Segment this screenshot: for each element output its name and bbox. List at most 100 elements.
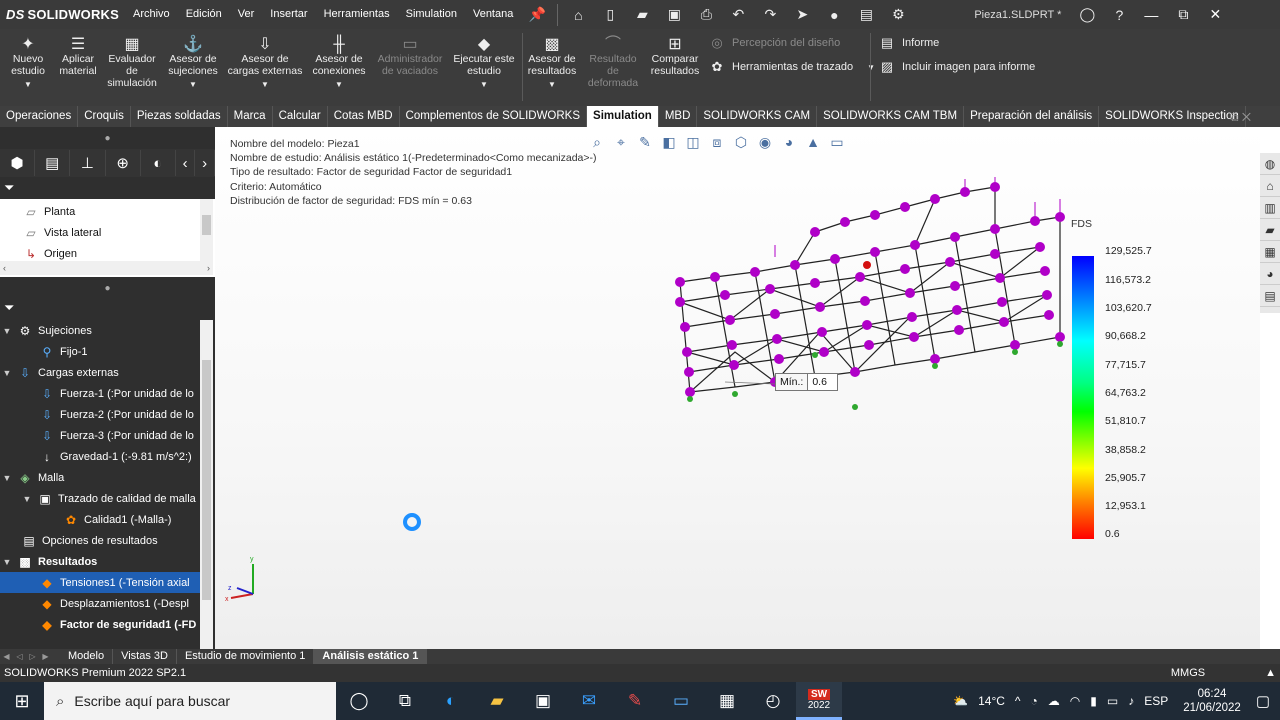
minimize-button[interactable]: —	[1135, 7, 1167, 23]
dynamic-annotation-icon[interactable]: ◫	[682, 131, 704, 153]
expand-icon[interactable]: ▼	[0, 557, 14, 567]
scrollbar-thumb[interactable]	[202, 360, 211, 600]
apply-scene-icon[interactable]: ▲	[802, 131, 824, 153]
aplicar-material-button[interactable]: ☰ Aplicar material	[54, 29, 102, 106]
tree-item-sujeciones[interactable]: ▼ ⚙ Sujeciones	[0, 320, 200, 341]
panel-splitter[interactable]: ●	[0, 277, 215, 299]
configuration-icon[interactable]: ⊥	[70, 150, 106, 176]
restore-button[interactable]: ⧉	[1167, 6, 1199, 23]
view-settings-icon[interactable]: ▭	[826, 131, 848, 153]
custom-properties-icon[interactable]: ▤	[1260, 285, 1280, 307]
taskbar-clock[interactable]: 06:24 21/06/2022	[1173, 687, 1251, 715]
undo-icon[interactable]: ↶	[727, 4, 749, 26]
new-document-icon[interactable]: ▯	[599, 4, 621, 26]
herramientas-trazado-button[interactable]: ✿ Herramientas de trazado ▼	[708, 59, 875, 75]
calculator-icon[interactable]: ▦	[704, 682, 750, 720]
display-manager-icon[interactable]: ◐	[141, 150, 176, 176]
weather-icon[interactable]: ⛅	[948, 694, 973, 708]
notification-icon[interactable]: ▢	[1251, 692, 1280, 710]
paint-app-icon[interactable]: ✎	[612, 682, 658, 720]
windows-start-icon[interactable]: ⊞	[0, 691, 44, 712]
chevron-left-icon[interactable]: ‹	[176, 150, 196, 176]
tree-item-trazado-calidad[interactable]: ▼ ▣ Trazado de calidad de malla	[0, 488, 200, 509]
open-folder-icon[interactable]: ▰	[631, 4, 653, 26]
scrollbar-thumb[interactable]	[202, 215, 211, 235]
menu-ventana[interactable]: Ventana	[465, 0, 521, 29]
tree-item-fijo[interactable]: ⚲ Fijo-1	[0, 341, 200, 362]
menu-ver[interactable]: Ver	[230, 0, 263, 29]
feature-tree-icon[interactable]: ⬢	[0, 150, 36, 176]
menu-insertar[interactable]: Insertar	[262, 0, 315, 29]
expand-icon[interactable]: ▼	[0, 326, 14, 336]
chevron-right-icon[interactable]: ›	[195, 150, 215, 176]
resultado-deformada-button[interactable]: ⌒ Resultado de deformada	[584, 29, 642, 106]
next-tab-icon[interactable]: ▷	[26, 652, 39, 661]
tree-item-factor-seguridad[interactable]: ◆ Factor de seguridad1 (-FD	[0, 614, 200, 635]
tree-item-cargas-externas[interactable]: ▼ ⇩ Cargas externas	[0, 362, 200, 383]
simulation-tree-scrollbar[interactable]	[200, 320, 213, 649]
horizontal-scrollbar[interactable]: ‹ ›	[0, 261, 213, 275]
file-explorer-icon[interactable]: ▰	[1260, 219, 1280, 241]
asesor-conexiones-button[interactable]: ╫ Asesor de conexiones ▼	[308, 29, 370, 106]
panel-grip[interactable]: ●	[0, 127, 215, 149]
file-properties-icon[interactable]: ▤	[855, 4, 877, 26]
task-view-icon[interactable]: ⧉	[382, 682, 428, 720]
tab-complementos[interactable]: Complementos de SOLIDWORKS	[400, 106, 588, 127]
input-language[interactable]: ESP	[1139, 694, 1173, 708]
tab-operaciones[interactable]: Operaciones	[0, 106, 79, 127]
tree-item-resultados[interactable]: ▼ ▩ Resultados	[0, 551, 200, 572]
truss-model-view[interactable]	[665, 177, 1085, 427]
menu-edicion[interactable]: Edición	[178, 0, 230, 29]
expand-icon[interactable]: ▲	[1265, 667, 1276, 679]
weather-temperature[interactable]: 14°C	[973, 694, 1010, 708]
percepcion-diseno-button[interactable]: ◎ Percepción del diseño	[708, 35, 840, 51]
mail-icon[interactable]: ✉	[566, 682, 612, 720]
user-icon[interactable]: ◯	[1076, 4, 1098, 26]
hide-show-icon[interactable]: ◉	[754, 131, 776, 153]
property-manager-icon[interactable]: ▤	[35, 150, 71, 176]
pin-icon[interactable]: 📌	[526, 4, 548, 26]
zoom-to-fit-icon[interactable]: ⌕	[586, 131, 608, 153]
home-icon[interactable]: ⌂	[1260, 175, 1280, 197]
tree-item-tensiones[interactable]: ◆ Tensiones1 (-Tensión axial	[0, 572, 200, 593]
tree-item-vista-lateral[interactable]: ▱ Vista lateral	[22, 222, 198, 243]
informe-button[interactable]: ▤ Informe	[878, 35, 939, 51]
onedrive-icon[interactable]: ☁	[1043, 694, 1065, 708]
tab-vistas-3d[interactable]: Vistas 3D	[113, 649, 177, 664]
min-value-tag[interactable]: Mín.: 0.6	[775, 373, 839, 391]
menu-archivo[interactable]: Archivo	[125, 0, 178, 29]
file-explorer-icon[interactable]: ▰	[474, 682, 520, 720]
tab-croquis[interactable]: Croquis	[78, 106, 131, 127]
tab-piezas-soldadas[interactable]: Piezas soldadas	[131, 106, 228, 127]
chevron-down-icon[interactable]: ▼	[524, 79, 580, 91]
expand-icon[interactable]: ▼	[0, 473, 14, 483]
gear-icon[interactable]: ⚙	[887, 4, 909, 26]
tab-marca[interactable]: Marca	[228, 106, 273, 127]
select-pointer-icon[interactable]: ➤	[791, 4, 813, 26]
chevron-down-icon[interactable]: ▼	[867, 63, 875, 72]
tab-cotas-mbd[interactable]: Cotas MBD	[328, 106, 400, 127]
store-icon[interactable]: ▣	[520, 682, 566, 720]
tab-solidworks-cam-tbm[interactable]: SOLIDWORKS CAM TBM	[817, 106, 965, 127]
help-icon[interactable]: ?	[1108, 4, 1130, 26]
chevron-right-icon[interactable]: ›	[207, 263, 210, 273]
chevron-down-icon[interactable]: ▼	[164, 79, 222, 91]
tab-preparacion-analisis[interactable]: Preparación del análisis	[964, 106, 1100, 127]
display-style-icon[interactable]: ⬡	[730, 131, 752, 153]
tab-analisis-estatico[interactable]: Análisis estático 1	[314, 649, 428, 664]
graphics-area[interactable]: Nombre del modelo: Pieza1 Nombre de estu…	[215, 127, 1260, 649]
tab-estudio-movimiento[interactable]: Estudio de movimiento 1	[177, 649, 315, 664]
tree-item-fuerza-1[interactable]: ⇩ Fuerza-1 (:Por unidad de lo	[0, 383, 200, 404]
chevron-left-icon[interactable]: ‹	[3, 263, 6, 273]
section-view-icon[interactable]: ◧	[658, 131, 680, 153]
remote-desktop-icon[interactable]: ▭	[658, 682, 704, 720]
expand-icon[interactable]: ▼	[0, 368, 14, 378]
tree-item-fuerza-2[interactable]: ⇩ Fuerza-2 (:Por unidad de lo	[0, 404, 200, 425]
expand-icon[interactable]: ▼	[20, 494, 34, 504]
unit-system[interactable]: MMGS	[1171, 667, 1205, 679]
simulation-filter-bar[interactable]: ⏷	[0, 297, 215, 319]
solidworks-resources-icon[interactable]: ◍	[1260, 153, 1280, 175]
tree-item-planta[interactable]: ▱ Planta	[22, 201, 198, 222]
chevron-down-icon[interactable]: ▼	[226, 79, 304, 91]
administrador-vaciados-button[interactable]: ▭ Administrador de vaciados	[372, 29, 448, 106]
